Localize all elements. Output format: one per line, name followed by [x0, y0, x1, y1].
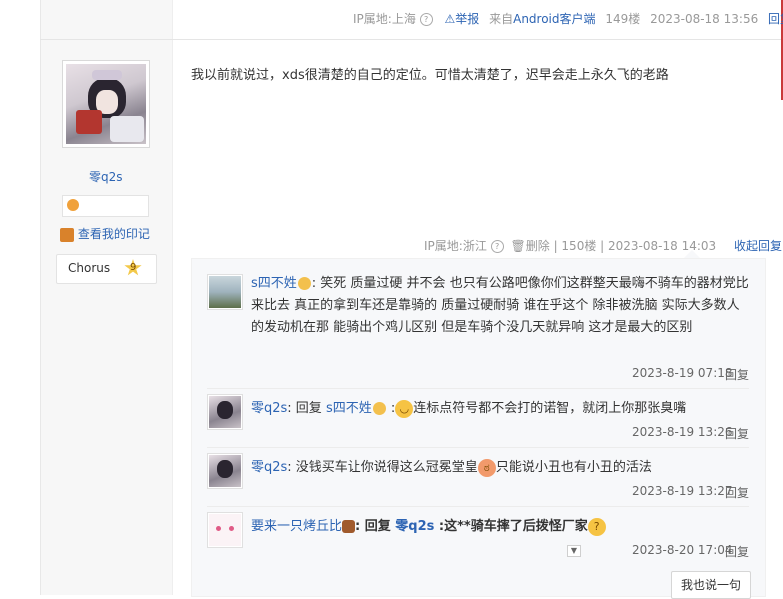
reply-target[interactable]: 零q2s [395, 519, 434, 534]
post-meta-150: IP属地:浙江 ? 🗑删除 | 150楼 | 2023-08-18 14:03 … [424, 239, 782, 253]
chorus-badge[interactable]: Chorus 9 [56, 254, 157, 284]
delete-link[interactable]: 🗑删除 [510, 239, 549, 253]
reply-username[interactable]: s四不姓 [251, 276, 297, 291]
reply-username[interactable]: 零q2s [251, 401, 287, 416]
reply-pointer [684, 250, 700, 258]
ip-location: IP属地:浙江 [424, 239, 487, 253]
book-icon [60, 227, 74, 242]
stamp-link[interactable]: 查看我的印记 [60, 225, 150, 242]
reply-divider [207, 506, 749, 507]
emoji-icon [297, 277, 311, 290]
reply-button[interactable]: 回复 [725, 425, 749, 442]
reply-button[interactable]: 回复 [725, 543, 749, 560]
reply-text: :这**骑车摔了后拨怪厂家 [434, 519, 588, 534]
smile-emoji-icon: ◡ [395, 399, 414, 418]
help-icon[interactable]: ? [490, 240, 504, 253]
trash-icon: 🗑 [510, 239, 526, 253]
reply-text: 连标点符号都不会打的诺智，就闭上你那张臭嘴 [413, 401, 687, 416]
help-icon[interactable]: ? [419, 13, 433, 26]
chorus-label: Chorus [68, 261, 111, 275]
reply-time: 2023-8-19 13:27 [632, 484, 733, 498]
client-link[interactable]: Android客户端 [513, 12, 595, 26]
reply-target[interactable]: s四不姓 [326, 401, 372, 416]
reply-username[interactable]: 零q2s [251, 460, 287, 475]
client-source: 来自Android客户端 [489, 12, 596, 26]
reply-divider [207, 388, 749, 389]
ip-location: IP属地:上海 [353, 12, 416, 26]
reply-time: 2023-8-20 17:04 [632, 543, 733, 557]
reply-username[interactable]: 要来一只烤丘比 [251, 519, 342, 534]
reply-avatar[interactable] [207, 453, 243, 489]
warning-icon: ⚠ [444, 12, 456, 26]
user-avatar[interactable] [62, 60, 150, 148]
floor-number: 150楼 [561, 239, 597, 253]
reply-item: 零q2s: 没钱买车让你说得这么冠冕堂皇 ಠ 只能说小丑也有小丑的活法 [251, 457, 751, 479]
reply-button[interactable]: 回复 [725, 484, 749, 501]
user-badge-box [62, 195, 149, 217]
reply-time: 2023-8-19 07:18 [632, 366, 733, 380]
reply-avatar[interactable] [207, 512, 243, 548]
reply-text-2: 只能说小丑也有小丑的活法 [495, 460, 652, 475]
post-meta-149: IP属地:上海 ? ⚠举报 来自Android客户端 149楼 2023-08-… [353, 10, 783, 27]
reply-button[interactable]: 回复 [725, 366, 749, 383]
expand-toggle-icon[interactable]: ▼ [567, 545, 581, 557]
chorus-level: 9 [130, 262, 137, 273]
badge-icon[interactable] [67, 199, 79, 211]
reply-time: 2023-8-19 13:26 [632, 425, 733, 439]
post-time: 2023-08-18 13:56 [650, 12, 759, 26]
collapse-replies-link[interactable]: 收起回复 [734, 239, 782, 253]
reply-text: : 笑死 质量过硬 并不会 也只有公路吧像你们这群整天最嗨不骑车的器材党比来比去… [251, 276, 749, 335]
username-link[interactable]: 零q2s [89, 168, 123, 185]
reply-link[interactable]: 回复 [768, 12, 783, 26]
angry-emoji-icon: ಠ [477, 458, 496, 477]
user-icon [342, 520, 356, 533]
reply-item: s四不姓: 笑死 质量过硬 并不会 也只有公路吧像你们这群整天最嗨不骑车的器材党… [251, 273, 751, 339]
reply-text: : 没钱买车让你说得这么冠冕堂皇 [287, 460, 478, 475]
reply-item: 零q2s: 回复 s四不姓 : ◡ 连标点符号都不会打的诺智，就闭上你那张臭嘴 [251, 399, 687, 418]
emoji-icon [372, 402, 386, 415]
report-link[interactable]: ⚠举报 [444, 12, 483, 26]
reply-avatar[interactable] [207, 394, 243, 430]
thinking-emoji-icon: ? [587, 517, 606, 536]
post-content: 我以前就说过，xds很清楚的自己的定位。可惜太清楚了，迟早会走上永久飞的老路 [191, 68, 669, 83]
avatar-image [66, 64, 146, 144]
reply-item: 要来一只烤丘比: 回复 零q2s :这**骑车摔了后拨怪厂家? [251, 516, 751, 538]
reply-divider [207, 447, 749, 448]
author-column-top [40, 0, 173, 40]
reply-avatar[interactable] [207, 274, 243, 310]
floor-number: 149楼 [605, 12, 641, 26]
